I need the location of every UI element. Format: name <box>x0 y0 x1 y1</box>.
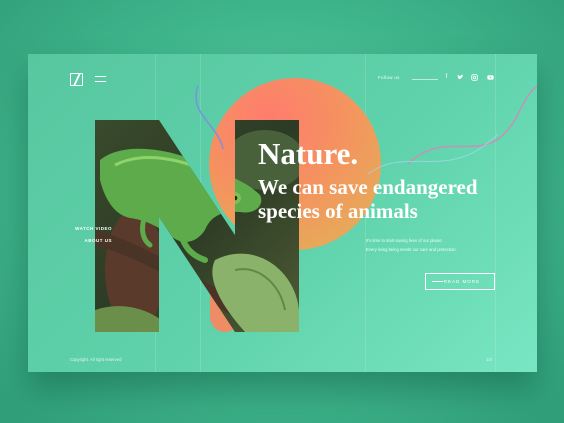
youtube-icon[interactable] <box>487 74 494 81</box>
read-more-button[interactable]: READ MORE <box>425 273 495 290</box>
instagram-icon[interactable] <box>471 74 478 81</box>
about-us-link[interactable]: ABOUT US <box>70 238 112 243</box>
description-line: Every living being needs our care and pr… <box>366 247 457 252</box>
follow-divider <box>412 79 438 80</box>
brand-logo[interactable] <box>70 73 83 86</box>
copyright-text: Copyright. All right reserved <box>70 357 122 362</box>
hero-card: Follow us f Nature. We can save endanger… <box>28 54 537 372</box>
twitter-icon[interactable] <box>457 74 464 81</box>
side-links: WATCH VIDEO ABOUT US <box>70 226 112 250</box>
follow-us-label: Follow us <box>378 75 400 80</box>
watch-video-link[interactable]: WATCH VIDEO <box>70 226 112 231</box>
hero-headline: Nature. We can save endangered species o… <box>258 138 508 223</box>
button-line-icon <box>432 281 443 282</box>
facebook-icon[interactable]: f <box>443 74 450 81</box>
description-line: It's time to start saving lives of our p… <box>366 238 443 243</box>
hero-title: Nature. <box>258 136 359 171</box>
read-more-label: READ MORE <box>443 279 480 284</box>
hero-subtitle: We can save endangered species of animal… <box>258 175 478 223</box>
page-indicator: 1/3 <box>486 357 492 362</box>
menu-icon[interactable] <box>95 76 106 86</box>
hero-description: It's time to start saving lives of our p… <box>366 236 486 254</box>
